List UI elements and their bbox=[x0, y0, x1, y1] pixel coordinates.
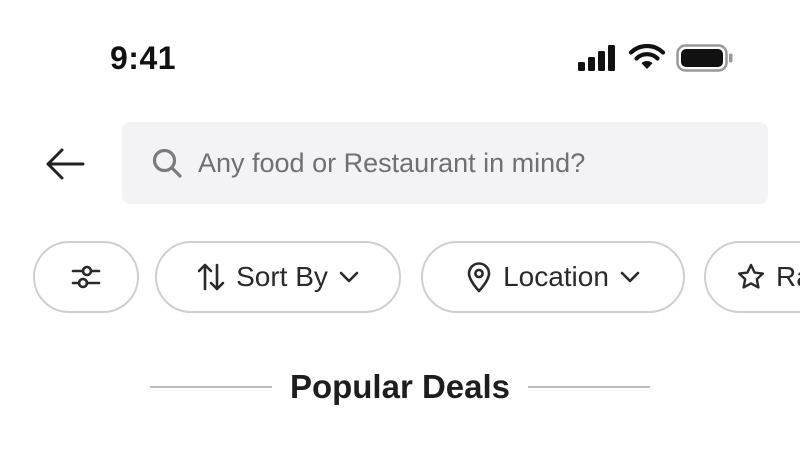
star-icon bbox=[738, 263, 764, 289]
app-screen: 9:41 Any food or Restaurant in mind? Sor… bbox=[0, 0, 800, 450]
search-input[interactable] bbox=[198, 147, 738, 179]
divider-left bbox=[149, 386, 272, 388]
section-title: Popular Deals bbox=[289, 368, 511, 405]
arrow-left-icon bbox=[46, 148, 85, 180]
status-icons bbox=[578, 44, 734, 72]
status-bar: 9:41 bbox=[0, 0, 800, 110]
sliders-icon bbox=[71, 265, 101, 289]
rating-button[interactable]: Ra bbox=[704, 241, 800, 313]
status-time: 9:41 bbox=[110, 40, 177, 76]
location-label: Location bbox=[503, 261, 609, 292]
battery-icon bbox=[676, 44, 734, 72]
sort-arrows-icon bbox=[197, 263, 225, 291]
section-header: Popular Deals bbox=[140, 364, 660, 410]
location-button[interactable]: Location bbox=[421, 241, 685, 313]
divider-right bbox=[528, 386, 651, 388]
sort-by-label: Sort By bbox=[236, 261, 328, 292]
wifi-icon bbox=[628, 44, 666, 72]
chevron-down-icon bbox=[620, 271, 640, 283]
filter-button[interactable] bbox=[33, 241, 139, 313]
sort-by-button[interactable]: Sort By bbox=[155, 241, 401, 313]
cellular-signal-icon bbox=[578, 45, 618, 71]
rating-label: Ra bbox=[776, 261, 800, 292]
chevron-down-icon bbox=[339, 271, 359, 283]
map-pin-icon bbox=[467, 262, 491, 293]
search-icon bbox=[150, 146, 184, 180]
search-box[interactable] bbox=[122, 122, 768, 204]
back-button[interactable] bbox=[40, 142, 90, 186]
